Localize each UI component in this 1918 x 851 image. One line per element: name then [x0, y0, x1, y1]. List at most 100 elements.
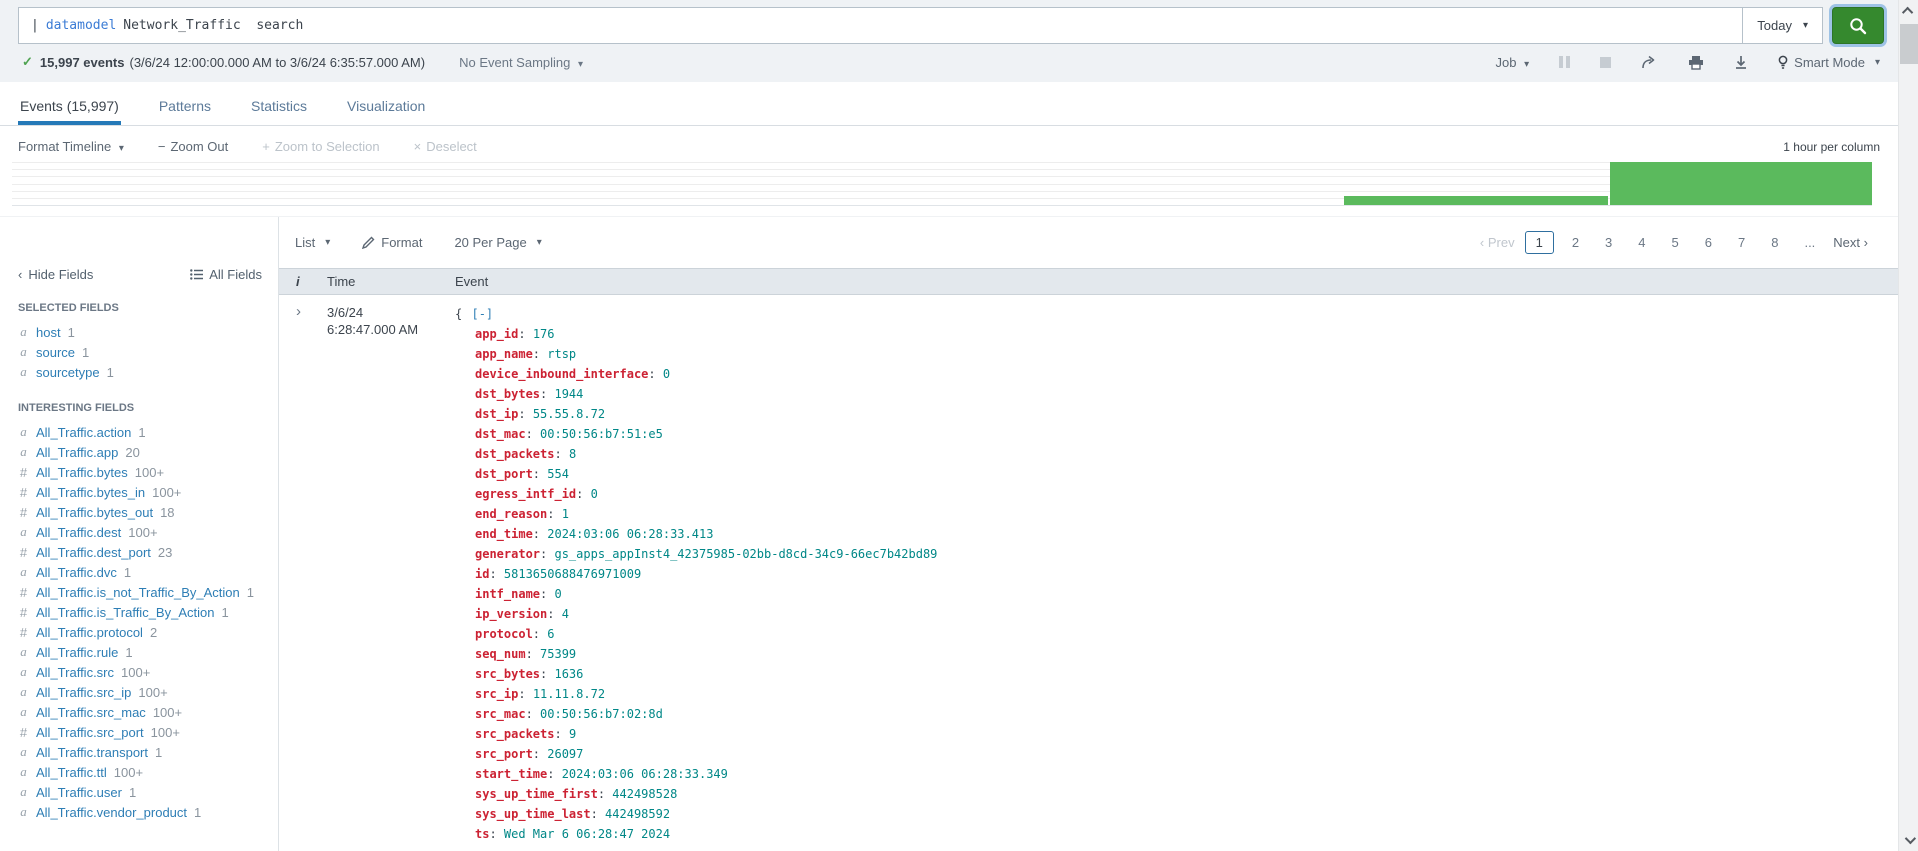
field-item[interactable]: asourcetype1 [18, 362, 278, 382]
tab-events[interactable]: Events (15,997) [18, 89, 121, 125]
json-key[interactable]: start_time [475, 767, 547, 781]
hide-fields-link[interactable]: ‹ Hide Fields [18, 267, 93, 282]
search-input[interactable]: | datamodel Network_Traffic search [18, 7, 1742, 44]
field-name-link[interactable]: All_Traffic.is_Traffic_By_Action [36, 605, 214, 620]
field-item[interactable]: ahost1 [18, 322, 278, 342]
field-item[interactable]: aAll_Traffic.action1 [18, 422, 278, 442]
tab-patterns[interactable]: Patterns [157, 89, 213, 125]
prev-page-button[interactable]: ‹ Prev [1480, 235, 1515, 250]
field-item[interactable]: aAll_Traffic.ttl100+ [18, 762, 278, 782]
scroll-up-button[interactable] [1899, 2, 1918, 20]
page-link[interactable]: 3 [1597, 231, 1620, 254]
field-item[interactable]: aAll_Traffic.app20 [18, 442, 278, 462]
zoom-out-button[interactable]: −Zoom Out [158, 139, 228, 154]
json-key[interactable]: ts [475, 827, 489, 841]
json-value[interactable]: 5813650688476971009 [504, 567, 641, 581]
page-link[interactable]: 4 [1630, 231, 1653, 254]
field-item[interactable]: #All_Traffic.src_port100+ [18, 722, 278, 742]
scrollbar-thumb[interactable] [1900, 24, 1918, 64]
field-name-link[interactable]: All_Traffic.is_not_Traffic_By_Action [36, 585, 240, 600]
field-item[interactable]: aAll_Traffic.transport1 [18, 742, 278, 762]
json-value[interactable]: 8 [569, 447, 576, 461]
timeline-bar[interactable] [1344, 196, 1608, 205]
page-link[interactable]: 5 [1664, 231, 1687, 254]
field-item[interactable]: aAll_Traffic.rule1 [18, 642, 278, 662]
view-type-dropdown[interactable]: List ▾ [295, 235, 330, 250]
field-item[interactable]: #All_Traffic.dest_port23 [18, 542, 278, 562]
tab-statistics[interactable]: Statistics [249, 89, 309, 125]
json-key[interactable]: generator [475, 547, 540, 561]
next-page-button[interactable]: Next › [1833, 235, 1868, 250]
json-key[interactable]: seq_num [475, 647, 526, 661]
json-key[interactable]: device_inbound_interface [475, 367, 648, 381]
json-key[interactable]: src_port [475, 747, 533, 761]
field-item[interactable]: aAll_Traffic.dest100+ [18, 522, 278, 542]
page-link[interactable]: 7 [1730, 231, 1753, 254]
json-key[interactable]: end_reason [475, 507, 547, 521]
deselect-button[interactable]: ×Deselect [414, 139, 477, 154]
timeline-bar[interactable] [1610, 162, 1872, 205]
json-key[interactable]: dst_bytes [475, 387, 540, 401]
stop-button[interactable] [1600, 57, 1611, 68]
json-key[interactable]: dst_packets [475, 447, 554, 461]
field-item[interactable]: aAll_Traffic.src_ip100+ [18, 682, 278, 702]
field-name-link[interactable]: All_Traffic.dest [36, 525, 121, 540]
json-value[interactable]: Wed Mar 6 06:28:47 2024 [504, 827, 670, 841]
field-item[interactable]: aAll_Traffic.src_mac100+ [18, 702, 278, 722]
json-key[interactable]: src_mac [475, 707, 526, 721]
field-name-link[interactable]: source [36, 345, 75, 360]
tab-visualization[interactable]: Visualization [345, 89, 427, 125]
time-range-picker[interactable]: Today ▾ [1742, 7, 1823, 44]
json-key[interactable]: sys_up_time_first [475, 787, 598, 801]
json-value[interactable]: 11.11.8.72 [533, 687, 605, 701]
json-value[interactable]: 176 [533, 327, 555, 341]
json-key[interactable]: src_ip [475, 687, 518, 701]
field-name-link[interactable]: All_Traffic.transport [36, 745, 148, 760]
job-menu[interactable]: Job ▾ [1496, 55, 1530, 70]
json-value[interactable]: 2024:03:06 06:28:33.349 [562, 767, 728, 781]
field-name-link[interactable]: All_Traffic.src [36, 665, 114, 680]
json-value[interactable]: 26097 [547, 747, 583, 761]
field-name-link[interactable]: All_Traffic.bytes_out [36, 505, 153, 520]
json-key[interactable]: protocol [475, 627, 533, 641]
export-button[interactable] [1734, 55, 1748, 70]
share-button[interactable] [1641, 55, 1658, 70]
json-value[interactable]: 75399 [540, 647, 576, 661]
json-value[interactable]: 0 [663, 367, 670, 381]
format-timeline-dropdown[interactable]: Format Timeline ▾ [18, 139, 124, 154]
json-key[interactable]: app_id [475, 327, 518, 341]
field-name-link[interactable]: All_Traffic.bytes_in [36, 485, 145, 500]
json-value[interactable]: 0 [554, 587, 561, 601]
json-key[interactable]: app_name [475, 347, 533, 361]
field-item[interactable]: #All_Traffic.bytes_out18 [18, 502, 278, 522]
field-item[interactable]: aAll_Traffic.vendor_product1 [18, 802, 278, 822]
vertical-scrollbar[interactable] [1898, 0, 1918, 851]
json-value[interactable]: 9 [569, 727, 576, 741]
pause-button[interactable] [1559, 56, 1570, 68]
collapse-json-link[interactable]: [-] [471, 307, 493, 321]
json-key[interactable]: dst_mac [475, 427, 526, 441]
format-button[interactable]: Format [362, 235, 422, 250]
expand-event-chevron[interactable]: › [279, 304, 327, 851]
json-key[interactable]: end_time [475, 527, 533, 541]
page-link[interactable]: 6 [1697, 231, 1720, 254]
json-key[interactable]: id [475, 567, 489, 581]
json-value[interactable]: rtsp [547, 347, 576, 361]
json-value[interactable]: 6 [547, 627, 554, 641]
field-item[interactable]: #All_Traffic.is_Traffic_By_Action1 [18, 602, 278, 622]
page-link[interactable]: 8 [1763, 231, 1786, 254]
json-value[interactable]: 00:50:56:b7:02:8d [540, 707, 663, 721]
search-button[interactable] [1832, 7, 1884, 44]
field-name-link[interactable]: All_Traffic.vendor_product [36, 805, 187, 820]
json-value[interactable]: gs_apps_appInst4_42375985-02bb-d8cd-34c9… [554, 547, 937, 561]
json-value[interactable]: 55.55.8.72 [533, 407, 605, 421]
json-value[interactable]: 1944 [554, 387, 583, 401]
json-key[interactable]: sys_up_time_last [475, 807, 591, 821]
field-name-link[interactable]: All_Traffic.src_mac [36, 705, 146, 720]
json-value[interactable]: 442498528 [612, 787, 677, 801]
field-name-link[interactable]: All_Traffic.protocol [36, 625, 143, 640]
field-name-link[interactable]: All_Traffic.bytes [36, 465, 128, 480]
search-mode-dropdown[interactable]: Smart Mode ▾ [1778, 55, 1880, 70]
field-item[interactable]: aAll_Traffic.user1 [18, 782, 278, 802]
all-fields-link[interactable]: All Fields [190, 267, 262, 282]
